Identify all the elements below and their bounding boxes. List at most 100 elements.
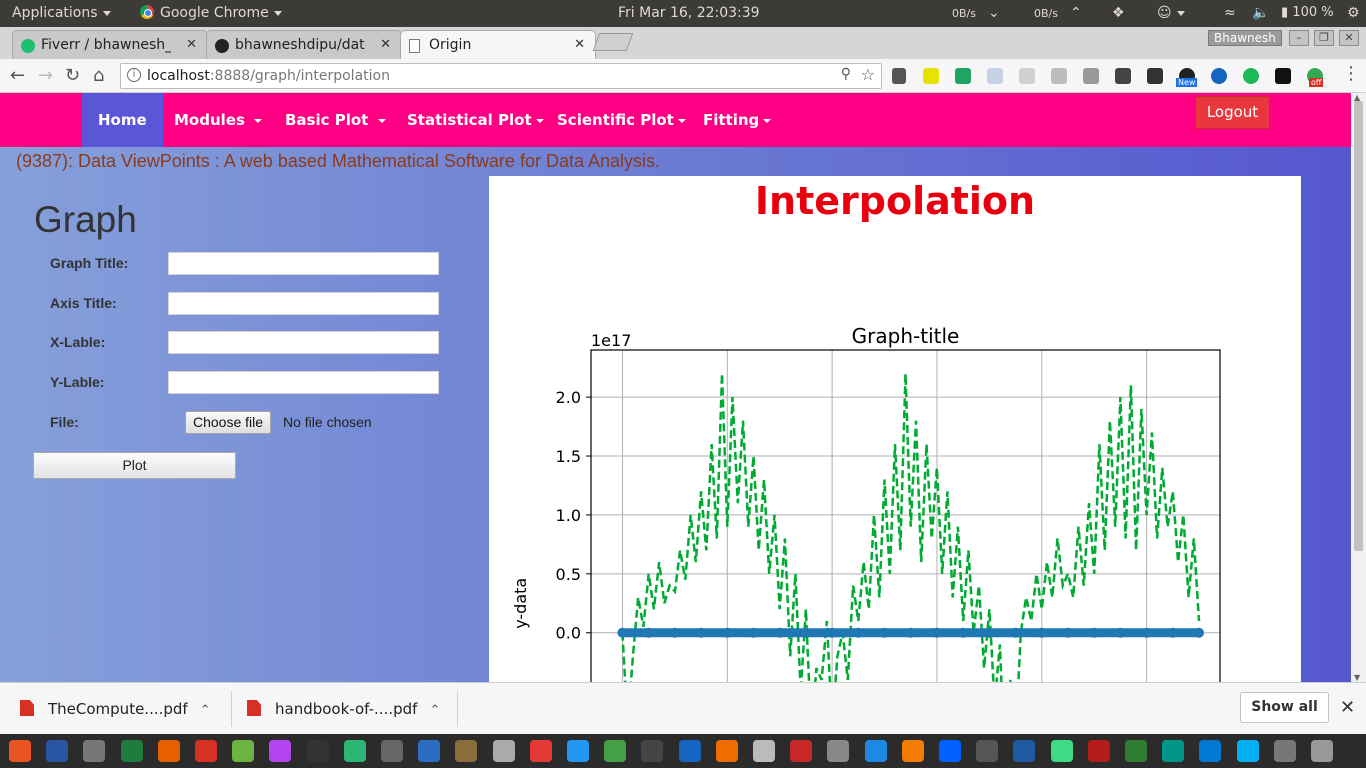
zoom-icon[interactable]: ⚲ <box>841 66 851 82</box>
close-window-button[interactable]: ✕ <box>1339 30 1359 46</box>
minimize-button[interactable]: – <box>1289 30 1309 46</box>
plot-button[interactable]: Plot <box>33 452 236 479</box>
reload-icon[interactable]: ↻ <box>65 65 80 86</box>
battery-indicator[interactable]: ▮ 100 % <box>1281 5 1334 20</box>
tab-github[interactable]: bhawneshdipu/dat ✕ <box>206 30 402 59</box>
close-icon[interactable]: ✕ <box>1340 697 1355 718</box>
close-icon[interactable]: ✕ <box>186 37 197 52</box>
photo-icon[interactable] <box>753 740 775 762</box>
bookmark-star-icon[interactable]: ☆ <box>861 65 875 84</box>
dropbox-tray-icon[interactable]: ❖ <box>1112 5 1125 21</box>
box-icon[interactable] <box>1051 68 1067 84</box>
files-icon[interactable] <box>455 740 478 762</box>
applications-menu[interactable]: Applications <box>12 5 111 21</box>
grid-icon[interactable] <box>1311 740 1333 762</box>
search-icon[interactable] <box>1162 740 1185 762</box>
pycharm-icon[interactable] <box>120 740 143 762</box>
address-bar[interactable]: i localhost:8888/graph/interpolation ⚲ ☆ <box>120 63 882 89</box>
chevron-up-icon[interactable]: ⌃ <box>200 685 211 737</box>
axis-title-input[interactable] <box>168 292 439 315</box>
network-ext-icon[interactable] <box>1211 68 1227 84</box>
tool-icon[interactable] <box>790 740 813 762</box>
editor-icon[interactable] <box>492 740 515 762</box>
x-label-input[interactable] <box>168 331 439 354</box>
clock[interactable]: Fri Mar 16, 22:03:39 <box>618 5 760 21</box>
jb-icon[interactable] <box>1083 68 1099 84</box>
nav-home[interactable]: Home <box>82 93 163 147</box>
writer-icon[interactable] <box>567 740 589 762</box>
nav-fitting[interactable]: Fitting <box>703 93 772 147</box>
github-ext-icon[interactable] <box>1275 68 1291 84</box>
info-icon[interactable]: i <box>127 68 141 82</box>
choose-file-button[interactable]: Choose file <box>185 411 272 434</box>
nav-basic-plot[interactable]: Basic Plot <box>285 93 386 147</box>
power-icon[interactable]: ⚙ <box>1347 5 1360 21</box>
tab-fiverr[interactable]: Fiverr / bhawnesh_ ✕ <box>12 30 208 59</box>
scroll-down-icon[interactable]: ▼ <box>1354 673 1360 682</box>
logout-button[interactable]: Logout <box>1195 96 1270 129</box>
chevron-up-icon[interactable]: ⌃ <box>1070 5 1082 21</box>
nav-scientific-plot[interactable]: Scientific Plot <box>557 93 686 147</box>
network-icon[interactable] <box>864 740 887 762</box>
puzzle-icon[interactable] <box>1147 68 1163 84</box>
phpstorm-icon[interactable] <box>269 740 292 762</box>
cube-icon[interactable] <box>1019 68 1035 84</box>
calc-icon[interactable] <box>604 740 627 762</box>
gear-icon[interactable] <box>381 740 403 762</box>
volume-icon[interactable]: 🔈 <box>1252 5 1269 21</box>
dropbox-icon[interactable] <box>939 740 961 762</box>
skype-icon[interactable] <box>1236 740 1259 762</box>
tab-origin[interactable]: Origin ✕ <box>400 30 596 59</box>
android-icon[interactable] <box>1050 740 1073 762</box>
show-all-button[interactable]: Show all <box>1240 692 1329 723</box>
r-icon[interactable] <box>418 740 441 762</box>
eyedropper-icon[interactable] <box>892 68 906 84</box>
chevron-up-icon[interactable]: ⌃ <box>429 685 440 737</box>
spring-icon[interactable] <box>232 740 255 762</box>
chat-icon[interactable] <box>1125 740 1147 762</box>
mysql-icon[interactable] <box>1013 740 1036 762</box>
chart-icon[interactable] <box>678 740 701 762</box>
menu-icon[interactable]: ⋮ <box>1342 63 1360 84</box>
monitor-icon[interactable] <box>641 740 664 762</box>
page-scrollbar[interactable]: ▲ ▼ <box>1351 93 1366 682</box>
home-icon[interactable]: ⌂ <box>93 65 104 86</box>
intellij-icon[interactable] <box>46 740 69 762</box>
archive-icon[interactable] <box>715 740 738 762</box>
download-item[interactable]: handbook-of-....pdf ⌃ <box>247 683 440 735</box>
scrollbar-thumb[interactable] <box>1354 101 1363 551</box>
new-tab-button[interactable] <box>592 33 634 51</box>
restore-button[interactable]: ❐ <box>1314 30 1334 46</box>
terminal-icon[interactable] <box>9 740 31 762</box>
apps-icon[interactable] <box>529 740 552 762</box>
close-icon[interactable]: ✕ <box>380 37 391 52</box>
settings-icon[interactable] <box>83 740 106 762</box>
back-icon[interactable]: ← <box>10 65 25 86</box>
nav-modules[interactable]: Modules <box>174 93 263 147</box>
green-ext-icon[interactable] <box>1243 68 1259 84</box>
accessibility-icon[interactable]: ☺ <box>1157 5 1185 21</box>
forward-icon[interactable]: → <box>38 65 53 86</box>
profile-button[interactable]: Bhawnesh <box>1208 30 1282 46</box>
image-icon[interactable] <box>827 740 850 762</box>
mask-icon[interactable] <box>1087 740 1110 762</box>
console-icon[interactable] <box>306 740 329 762</box>
spinner-icon[interactable] <box>343 740 366 762</box>
y-label-input[interactable] <box>168 371 439 394</box>
new-extension-icon[interactable]: New <box>1176 68 1198 87</box>
grammarly-icon[interactable]: off <box>1307 68 1324 87</box>
close-icon[interactable]: ✕ <box>574 37 585 52</box>
firefox-icon[interactable] <box>157 740 180 762</box>
yl-extension-icon[interactable] <box>923 68 939 84</box>
active-app-menu[interactable]: Google Chrome <box>140 5 282 21</box>
nav-statistical-plot[interactable]: Statistical Plot <box>407 93 544 147</box>
vscode-icon[interactable] <box>1199 740 1222 762</box>
chevron-down-icon[interactable]: ⌄ <box>988 5 1000 21</box>
gear-icon[interactable] <box>1273 740 1296 762</box>
db-icon[interactable] <box>976 740 999 762</box>
dropbox-ext-icon[interactable] <box>987 68 1003 84</box>
graph-title-input[interactable] <box>168 252 439 275</box>
chrome-icon[interactable] <box>195 740 217 762</box>
download-item[interactable]: TheCompute....pdf ⌃ <box>20 683 211 735</box>
vlc-icon[interactable] <box>901 740 924 762</box>
